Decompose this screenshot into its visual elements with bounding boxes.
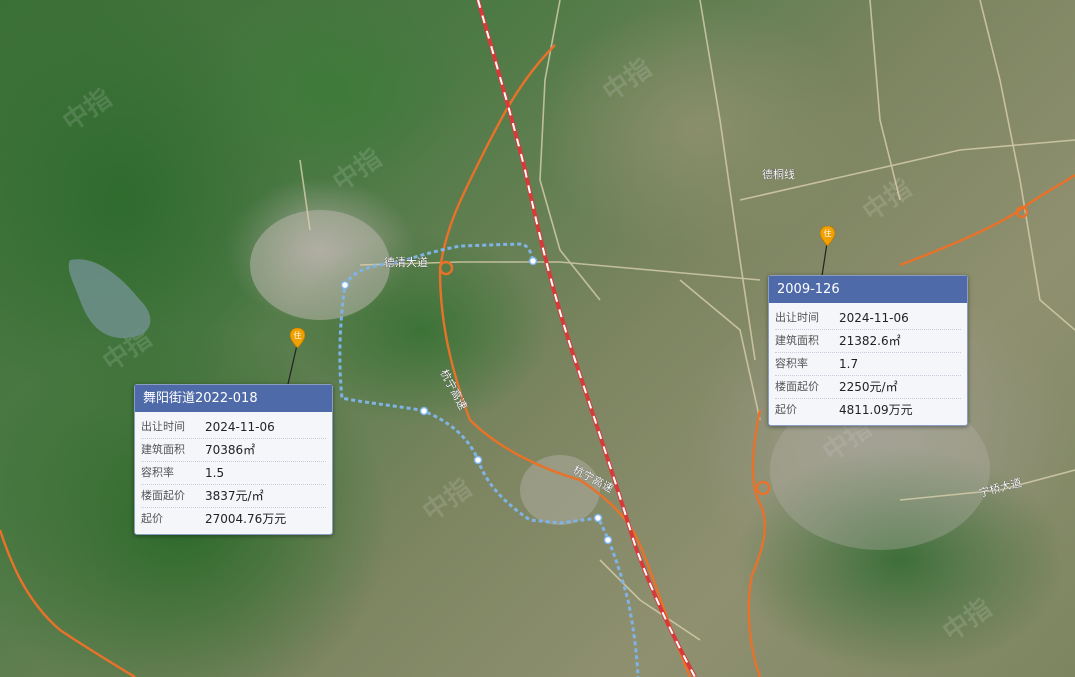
parcel-popup-2009-126[interactable]: 2009-126 出让时间 2024-11-06 建筑面积 21382.6㎡ 容积率… — [768, 275, 968, 426]
detail-key: 出让时间 — [141, 420, 185, 433]
pin-connector — [287, 344, 298, 385]
parcel-details: 出让时间 2024-11-06 建筑面积 70386㎡ 容积率 1.5 楼面起价 383… — [135, 412, 332, 534]
detail-row: 建筑面积 70386㎡ — [141, 439, 326, 462]
detail-key: 容积率 — [775, 357, 808, 370]
detail-value: 2250元/㎡ — [839, 380, 898, 394]
satellite-map[interactable]: 中指 中指 中指 中指 中指 中指 中指 中指 德清大道 德桐线 杭宁高速 杭宁… — [0, 0, 1075, 677]
urban-area — [520, 455, 600, 525]
residential-pin-icon[interactable]: 住 — [290, 328, 305, 348]
road-label-deheng-line: 德桐线 — [762, 167, 795, 181]
road-label-deqing-avenue: 德清大道 — [384, 255, 428, 269]
pin-glyph: 住 — [294, 330, 302, 340]
detail-value: 27004.76万元 — [205, 512, 287, 526]
detail-key: 建筑面积 — [775, 334, 819, 347]
detail-row: 起价 27004.76万元 — [141, 508, 326, 530]
highway-ne — [899, 174, 1075, 267]
detail-value: 3837元/㎡ — [205, 489, 264, 503]
residential-pin-icon[interactable]: 住 — [820, 226, 835, 246]
detail-row: 容积率 1.5 — [141, 462, 326, 485]
detail-value: 70386㎡ — [205, 443, 256, 457]
detail-row: 建筑面积 21382.6㎡ — [775, 330, 961, 353]
interchange — [755, 480, 771, 496]
detail-key: 起价 — [141, 512, 163, 525]
detail-value: 1.5 — [205, 466, 225, 480]
lake — [68, 259, 151, 339]
detail-row: 楼面起价 3837元/㎡ — [141, 485, 326, 508]
detail-row: 出让时间 2024-11-06 — [775, 307, 961, 330]
parcel-title: 舞阳街道2022-018 — [135, 385, 332, 412]
detail-key: 建筑面积 — [141, 443, 185, 456]
highway-sw — [0, 529, 136, 677]
parcel-title: 2009-126 — [769, 276, 967, 303]
parcel-popup-wuyang[interactable]: 舞阳街道2022-018 出让时间 2024-11-06 建筑面积 70386㎡ 容… — [134, 384, 333, 535]
detail-value: 2024-11-06 — [205, 420, 275, 434]
pin-connector — [821, 242, 828, 277]
interchange — [438, 260, 454, 276]
detail-value: 4811.09万元 — [839, 403, 913, 417]
detail-row: 楼面起价 2250元/㎡ — [775, 376, 961, 399]
highway-hangning — [438, 44, 692, 677]
detail-value: 1.7 — [839, 357, 859, 371]
detail-value: 2024-11-06 — [839, 311, 909, 325]
detail-key: 出让时间 — [775, 311, 819, 324]
detail-row: 起价 4811.09万元 — [775, 399, 961, 421]
metro-line — [338, 242, 640, 677]
detail-row: 容积率 1.7 — [775, 353, 961, 376]
detail-row: 出让时间 2024-11-06 — [141, 416, 326, 439]
detail-key: 起价 — [775, 403, 797, 416]
detail-key: 容积率 — [141, 466, 174, 479]
detail-key: 楼面起价 — [141, 489, 185, 502]
parcel-details: 出让时间 2024-11-06 建筑面积 21382.6㎡ 容积率 1.7 楼面起价 2… — [769, 303, 967, 425]
detail-key: 楼面起价 — [775, 380, 819, 393]
detail-value: 21382.6㎡ — [839, 334, 901, 348]
pin-glyph: 住 — [824, 228, 832, 238]
highway-east — [747, 409, 767, 677]
